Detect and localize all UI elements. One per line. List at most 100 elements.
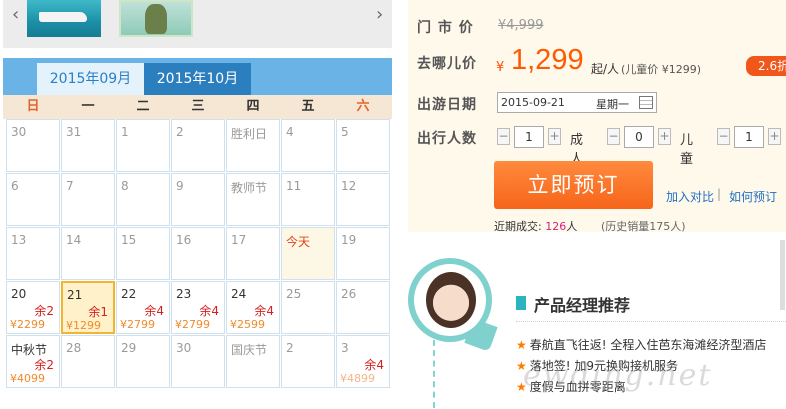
calendar-icon[interactable] — [639, 96, 653, 109]
calendar-header: 2015年09月 2015年10月 — [3, 58, 392, 95]
day-number: 教师节 — [231, 181, 268, 195]
calendar-day[interactable]: 3 余4 ¥4899 — [336, 335, 390, 388]
day-number: 19 — [341, 233, 357, 247]
calendar-day[interactable]: 21 余1 ¥1299 — [61, 281, 115, 334]
weekday-header: 三 — [191, 99, 205, 114]
plus-icon[interactable]: + — [548, 128, 561, 145]
day-number: 9 — [176, 179, 184, 193]
calendar-day: 12 — [336, 173, 390, 226]
remaining-count: 余4 — [364, 358, 384, 372]
day-number: 胜利日 — [231, 127, 268, 141]
child-quantity[interactable]: 0 — [624, 126, 654, 148]
orig-price-label: 门 市 价 — [417, 20, 474, 36]
day-number: 国庆节 — [231, 343, 268, 357]
chevron-right-icon[interactable]: › — [376, 4, 383, 25]
link-separator: | — [717, 187, 722, 201]
calendar-day: 31 — [61, 119, 115, 172]
calendar-day[interactable]: 中秋节 余2 ¥4099 — [6, 335, 60, 388]
day-number: 13 — [11, 233, 27, 247]
tab-month-current[interactable]: 2015年09月 — [37, 63, 144, 95]
day-number: 4 — [286, 125, 294, 139]
remaining-count: 余2 — [34, 358, 54, 372]
calendar-day[interactable]: 23 余4 ¥2799 — [171, 281, 225, 334]
calendar-day: 15 — [116, 227, 170, 280]
tab-month-next[interactable]: 2015年10月 — [144, 63, 251, 95]
calendar-day: 国庆节 — [226, 335, 280, 388]
room-quantity[interactable]: 1 — [734, 126, 764, 148]
weekday-header: 日 — [26, 99, 40, 114]
day-number: 30 — [176, 341, 192, 355]
calendar-day: 胜利日 — [226, 119, 280, 172]
calendar-day: 11 — [281, 173, 335, 226]
calendar-day: 26 — [336, 281, 390, 334]
calendar-day: 19 — [336, 227, 390, 280]
travel-date-label: 出游日期 — [417, 97, 477, 113]
minus-icon[interactable]: − — [607, 128, 620, 145]
weekday-header: 四 — [246, 99, 260, 114]
calendar-day[interactable]: 24 余4 ¥2599 — [226, 281, 280, 334]
weekday-row: 日一二三四五六 — [3, 95, 392, 119]
adult-quantity[interactable]: 1 — [514, 126, 544, 148]
avatar — [426, 272, 476, 328]
add-compare-link[interactable]: 加入对比 — [666, 188, 714, 205]
star-icon: ★ — [516, 338, 527, 352]
calendar-day: 1 — [116, 119, 170, 172]
thumbnail-speedboat[interactable] — [27, 0, 101, 37]
day-number: 2 — [176, 125, 184, 139]
discount-badge: 2.6折 — [746, 56, 786, 76]
calendar-day: 9 — [171, 173, 225, 226]
title-divider — [516, 321, 786, 322]
day-number: 23 — [176, 287, 192, 301]
recommend-text: 春航直飞往返! 全程入住芭东海滩经济型酒店 — [529, 338, 767, 352]
page: ‹ › 2015年09月 2015年10月 日一二三四五六 30 31 1 2 胜利日 4… — [0, 0, 786, 409]
day-number: 3 — [341, 341, 349, 355]
price-calendar: 2015年09月 2015年10月 日一二三四五六 30 31 1 2 胜利日 4 5 6 7 8… — [3, 58, 392, 409]
day-number: 12 — [341, 179, 357, 193]
day-number: 6 — [11, 179, 19, 193]
child-unit: 儿童 — [680, 133, 694, 167]
chevron-left-icon[interactable]: ‹ — [12, 4, 19, 25]
calendar-day: 4 — [281, 119, 335, 172]
day-number: 24 — [231, 287, 247, 301]
calendar-day: 教师节 — [226, 173, 280, 226]
day-number: 26 — [341, 287, 357, 301]
book-now-button[interactable]: 立即预订 — [494, 161, 653, 209]
scrollbar[interactable] — [780, 240, 785, 310]
orig-price: ¥4,999 — [498, 18, 544, 33]
minus-icon[interactable]: − — [717, 128, 730, 145]
bookmark-icon — [516, 296, 526, 310]
day-number: 2 — [286, 341, 294, 355]
day-number: 14 — [66, 233, 82, 247]
day-number: 21 — [67, 288, 83, 302]
minus-icon[interactable]: − — [497, 128, 510, 145]
booking-panel: 门 市 价 ¥4,999 去哪儿价 ¥ 1,299 起/人 (儿童价 ¥1299… — [408, 0, 786, 233]
day-price: ¥4899 — [340, 372, 375, 385]
calendar-day: 6 — [6, 173, 60, 226]
day-price: ¥4099 — [10, 372, 45, 385]
calendar-day[interactable]: 22 余4 ¥2799 — [116, 281, 170, 334]
how-to-book-link[interactable]: 如何预订 — [729, 188, 777, 205]
day-number: 28 — [66, 341, 82, 355]
thumbnail-rock-island[interactable] — [119, 0, 193, 37]
day-price: ¥1299 — [66, 319, 101, 332]
remaining-count: 余4 — [199, 304, 219, 318]
remaining-count: 余4 — [254, 304, 274, 318]
plus-icon[interactable]: + — [768, 128, 781, 145]
weekday-header: 六 — [356, 99, 370, 114]
calendar-day: 30 — [6, 119, 60, 172]
day-number: 1 — [121, 125, 129, 139]
calendar-day: 29 — [116, 335, 170, 388]
calendar-day: 13 — [6, 227, 60, 280]
calendar-day[interactable]: 20 余2 ¥2299 — [6, 281, 60, 334]
calendar-day[interactable]: 今天 — [281, 227, 335, 280]
calendar-day: 2 — [171, 119, 225, 172]
remaining-count: 余4 — [144, 304, 164, 318]
day-number: 5 — [341, 125, 349, 139]
plus-icon[interactable]: + — [658, 128, 671, 145]
day-number: 8 — [121, 179, 129, 193]
calendar-day: 17 — [226, 227, 280, 280]
day-number: 25 — [286, 287, 302, 301]
travel-date-field[interactable]: 2015-09-21 星期一 — [497, 92, 657, 113]
manager-title: 产品经理推荐 — [534, 296, 631, 315]
day-price: ¥2799 — [175, 318, 210, 331]
